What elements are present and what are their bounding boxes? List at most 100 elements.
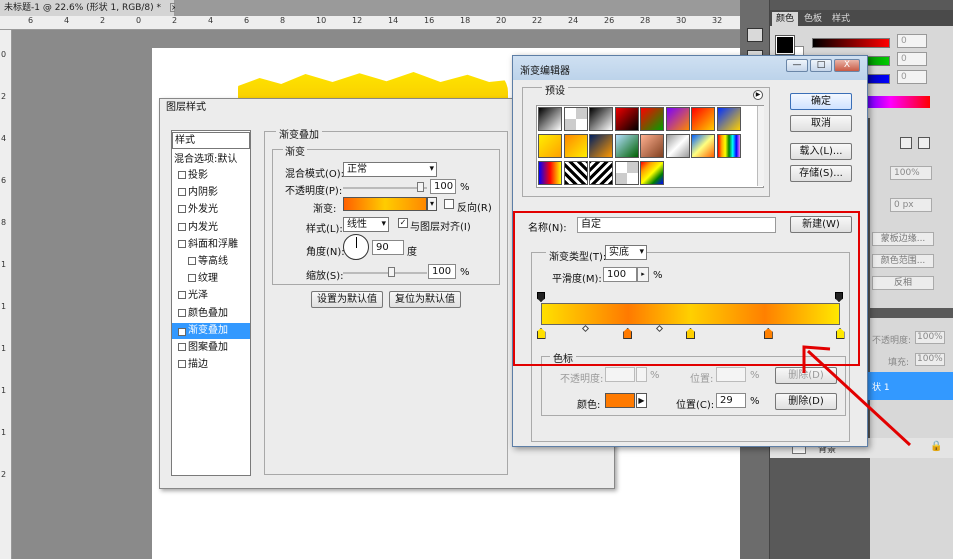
preset-swatch[interactable] [691, 134, 715, 158]
pixel-mask-icon[interactable] [900, 137, 912, 149]
style-checkbox[interactable] [178, 239, 186, 248]
preset-swatch[interactable] [614, 161, 639, 185]
preset-swatch[interactable] [538, 107, 562, 131]
chevron-down-icon[interactable]: ▾ [427, 197, 437, 211]
scale-slider[interactable] [343, 272, 427, 274]
ruler-tick-label: 0 [1, 50, 7, 59]
maximize-icon[interactable]: □ [810, 59, 832, 72]
preset-swatch[interactable] [589, 161, 613, 185]
style-item[interactable]: 描边 [172, 357, 250, 373]
preset-swatch[interactable] [665, 134, 690, 158]
style-item[interactable]: 内发光 [172, 220, 250, 236]
style-item[interactable]: 内阴影 [172, 185, 250, 201]
red-slider[interactable] [812, 38, 890, 48]
style-checkbox[interactable] [178, 291, 186, 300]
preset-swatch[interactable] [716, 107, 741, 131]
style-item[interactable]: 颜色叠加 [172, 306, 250, 322]
style-item[interactable]: 光泽 [172, 288, 250, 304]
foreground-color-swatch[interactable] [775, 35, 795, 55]
opacity-input[interactable]: 100 [430, 179, 456, 194]
style-checkbox[interactable] [178, 360, 186, 369]
style-checkbox[interactable]: ✓ [178, 327, 186, 336]
play-arrow-icon[interactable]: ▶ [636, 393, 647, 408]
reset-default-button[interactable]: 复位为默认值 [389, 291, 461, 308]
style-item[interactable]: 图案叠加 [172, 340, 250, 356]
preset-swatch[interactable] [640, 107, 664, 131]
preset-swatch[interactable] [563, 161, 588, 185]
blend-options-item[interactable]: 混合选项:默认 [172, 152, 250, 168]
style-checkbox[interactable] [178, 188, 186, 197]
color-range-button[interactable]: 颜色范围... [872, 254, 934, 268]
ok-button[interactable]: 确定 [790, 93, 852, 110]
preset-swatch[interactable] [589, 107, 613, 131]
gradient-preview[interactable] [343, 197, 427, 211]
vector-mask-icon[interactable] [918, 137, 930, 149]
preset-swatch[interactable] [614, 107, 639, 131]
preset-swatch[interactable] [640, 161, 664, 185]
annotation-arrow-icon [802, 345, 912, 447]
red-value[interactable]: 0 [897, 34, 927, 48]
style-item[interactable]: ✓ 渐变叠加 [172, 322, 250, 339]
tab-color[interactable]: 颜色 [772, 12, 799, 26]
percent-unit: % [650, 370, 660, 381]
preset-swatch[interactable] [640, 134, 664, 158]
style-checkbox[interactable] [188, 274, 196, 283]
feather-field[interactable]: 0 px [890, 198, 932, 212]
make-default-button[interactable]: 设置为默认值 [311, 291, 383, 308]
preset-swatch[interactable] [691, 107, 715, 131]
style-item[interactable]: 纹理 [172, 271, 250, 287]
preset-swatch[interactable] [665, 107, 690, 131]
stop-opacity-position-field [716, 367, 746, 382]
minimize-icon[interactable]: — [786, 59, 808, 72]
presets-scrollbar[interactable] [757, 106, 764, 186]
style-checkbox[interactable] [188, 257, 196, 265]
save-button[interactable]: 存储(S)... [790, 165, 852, 182]
preset-swatch[interactable] [716, 134, 741, 158]
preset-swatch[interactable] [538, 134, 562, 158]
style-checkbox[interactable] [178, 308, 186, 317]
preset-swatch[interactable] [538, 161, 562, 185]
load-button[interactable]: 载入(L)... [790, 143, 852, 160]
angle-input[interactable]: 90 [372, 240, 404, 255]
mask-edge-button[interactable]: 蒙板边缘... [872, 232, 934, 246]
angle-dial[interactable] [343, 234, 369, 260]
tab-styles[interactable]: 样式 [828, 12, 854, 26]
dialog-title: 渐变编辑器 [520, 66, 570, 77]
green-value[interactable]: 0 [897, 52, 927, 66]
scale-slider-thumb[interactable] [388, 267, 395, 277]
style-checkbox[interactable] [178, 222, 186, 231]
stop-color-swatch[interactable] [605, 393, 635, 408]
styles-header[interactable]: 样式 [172, 132, 250, 149]
tab-swatches[interactable]: 色板 [800, 12, 826, 26]
style-value: 线性 [347, 219, 367, 230]
preset-swatch[interactable] [614, 134, 639, 158]
reverse-checkbox[interactable] [444, 199, 454, 209]
blend-mode-select[interactable]: 正常 [343, 162, 437, 177]
invert-button[interactable]: 反相 [872, 276, 934, 290]
scale-input[interactable]: 100 [428, 264, 456, 279]
close-icon[interactable]: X [834, 59, 860, 72]
style-select[interactable]: 线性 [343, 217, 389, 232]
preset-swatch[interactable] [563, 134, 588, 158]
style-item[interactable]: 投影 [172, 168, 250, 184]
ruler-tick-label: 1 [1, 260, 7, 269]
reverse-label: 反向(R) [457, 203, 492, 214]
style-checkbox[interactable] [178, 343, 186, 351]
align-checkbox[interactable]: ✓ [398, 218, 408, 228]
cancel-button[interactable]: 取消 [790, 115, 852, 132]
blue-value[interactable]: 0 [897, 70, 927, 84]
style-item[interactable]: 斜面和浮雕 [172, 237, 250, 253]
history-icon[interactable] [747, 28, 763, 42]
opacity-slider-thumb[interactable] [417, 182, 424, 192]
presets-menu-icon[interactable]: ▶ [753, 90, 763, 100]
opacity-slider[interactable] [343, 187, 427, 189]
style-checkbox[interactable] [178, 205, 186, 214]
style-checkbox[interactable] [178, 171, 186, 179]
preset-swatch[interactable] [563, 107, 588, 131]
document-tab[interactable]: 未标题-1 @ 22.6% (形状 1, RGB/8) * × [0, 0, 179, 16]
style-item[interactable]: 外发光 [172, 202, 250, 218]
stop-position-input[interactable]: 29 [716, 393, 746, 408]
style-item[interactable]: 等高线 [172, 254, 250, 270]
density-field[interactable]: 100% [890, 166, 932, 180]
preset-swatch[interactable] [589, 134, 613, 158]
